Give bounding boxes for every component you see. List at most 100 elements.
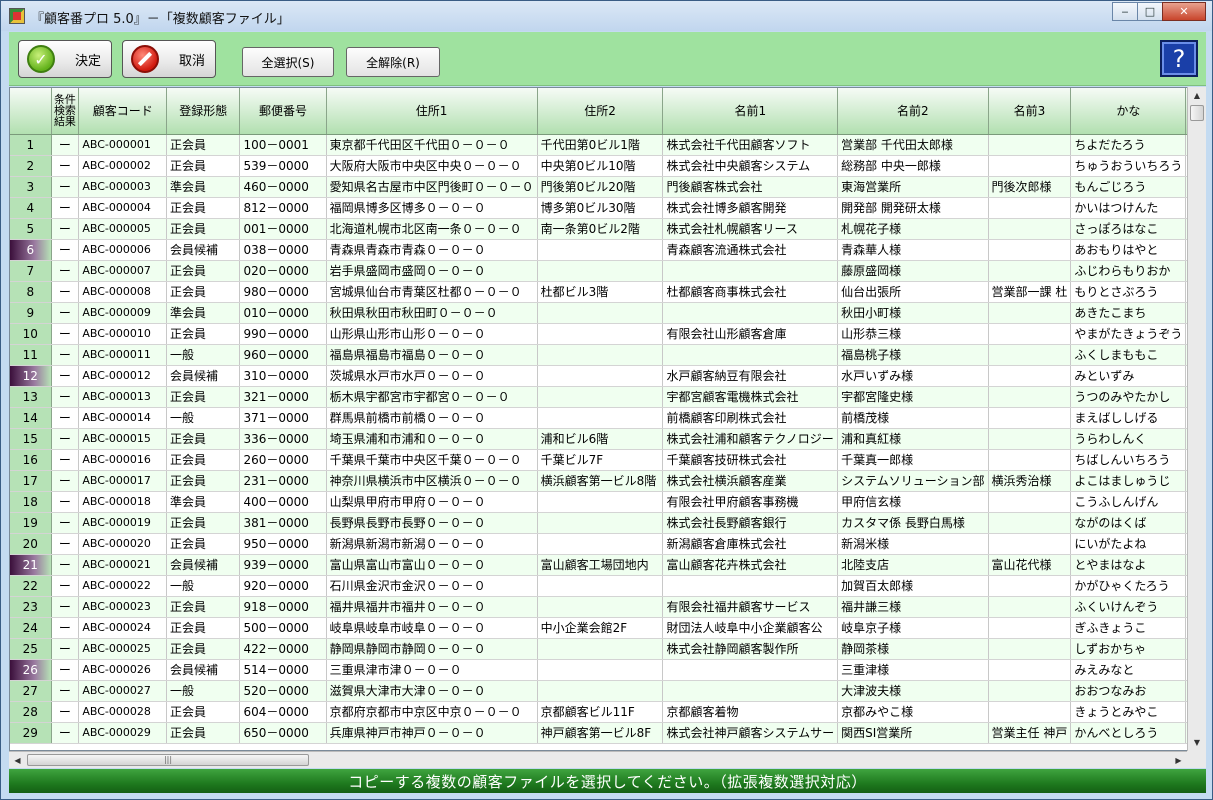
row-number[interactable]: 16 <box>10 449 52 471</box>
customer-grid[interactable]: 条件 検索 結果顧客コード登録形態郵便番号住所1住所2名前1名前2名前3かな電 … <box>9 87 1206 751</box>
table-row[interactable]: 11 ー ABC-000011 一般 960－0000 福島県福島市福島０－０－０ 福島桃子… <box>10 344 1205 366</box>
row-number[interactable]: 13 <box>10 386 52 408</box>
table-row[interactable]: 14 ー ABC-000014 一般 371－0000 群馬県前橋市前橋０－０－０ 前橋顧客… <box>10 407 1205 429</box>
table-row[interactable]: 3 ー ABC-000003 準会員 460－0000 愛知県名古屋市中区門後町０－０－０… <box>10 176 1205 198</box>
column-header[interactable]: 住所2 <box>537 88 664 135</box>
row-number[interactable]: 25 <box>10 638 52 660</box>
column-header[interactable]: 顧客コード <box>78 88 168 135</box>
row-number[interactable]: 18 <box>10 491 52 513</box>
table-row[interactable]: 29 ー ABC-000029 正会員 650－0000 兵庫県神戸市神戸０－０－０ 神戸顧… <box>10 722 1205 744</box>
row-number[interactable]: 28 <box>10 701 52 723</box>
table-row[interactable]: 18 ー ABC-000018 準会員 400－0000 山梨県甲府市甲府０－０－０ 有限会… <box>10 491 1205 513</box>
scroll-down-arrow-icon[interactable]: ▼ <box>1188 734 1206 751</box>
row-number[interactable]: 26 <box>10 659 52 681</box>
scroll-left-arrow-icon[interactable]: ◀ <box>9 752 26 769</box>
column-header[interactable]: 郵便番号 <box>239 88 327 135</box>
column-header[interactable]: 名前3 <box>988 88 1072 135</box>
table-row[interactable]: 27 ー ABC-000027 一般 520－0000 滋賀県大津市大津０－０－０ 大津波夫… <box>10 680 1205 702</box>
row-number[interactable]: 6 <box>10 239 52 261</box>
customer-code-cell: ABC-000004 <box>78 197 168 219</box>
table-row[interactable]: 23 ー ABC-000023 正会員 918－0000 福井県福井市福井０－０－０ 有限会… <box>10 596 1205 618</box>
table-row[interactable]: 4 ー ABC-000004 正会員 812－0000 福岡県博多区博多０－０－０ 博多第0… <box>10 197 1205 219</box>
table-row[interactable]: 12 ー ABC-000012 会員候補 310－0000 茨城県水戸市水戸０－０－０ 水戸… <box>10 365 1205 387</box>
row-number[interactable]: 29 <box>10 722 52 744</box>
address2-cell <box>537 302 664 324</box>
table-row[interactable]: 6 ー ABC-000006 会員候補 038－0000 青森県青森市青森０－０－０ 青森顧… <box>10 239 1205 261</box>
table-row[interactable]: 17 ー ABC-000017 正会員 231－0000 神奈川県横浜市中区横浜０－０－０… <box>10 470 1205 492</box>
row-number[interactable]: 8 <box>10 281 52 303</box>
close-button[interactable]: ✕ <box>1162 2 1206 21</box>
table-row[interactable]: 2 ー ABC-000002 正会員 539－0000 大阪府大阪市中央区中央０－０－０ 中… <box>10 155 1205 177</box>
table-row[interactable]: 24 ー ABC-000024 正会員 500－0000 岐阜県岐阜市岐阜０－０－０ 中小企… <box>10 617 1205 639</box>
scroll-right-arrow-icon[interactable]: ▶ <box>1170 752 1187 769</box>
row-number[interactable]: 24 <box>10 617 52 639</box>
table-row[interactable]: 13 ー ABC-000013 正会員 321－0000 栃木県宇都宮市宇都宮０－０－０ 宇… <box>10 386 1205 408</box>
row-number[interactable]: 23 <box>10 596 52 618</box>
cancel-button[interactable]: 取消 <box>122 40 216 78</box>
horizontal-scrollbar[interactable]: ◀ ||| ▶ <box>9 751 1187 768</box>
row-number[interactable]: 2 <box>10 155 52 177</box>
row-number[interactable]: 11 <box>10 344 52 366</box>
row-number[interactable]: 9 <box>10 302 52 324</box>
row-number[interactable]: 19 <box>10 512 52 534</box>
address2-cell: 神戸顧客第一ビル8F <box>537 722 664 744</box>
row-number[interactable]: 17 <box>10 470 52 492</box>
table-row[interactable]: 20 ー ABC-000020 正会員 950－0000 新潟県新潟市新潟０－０－０ 新潟顧… <box>10 533 1205 555</box>
row-number[interactable]: 22 <box>10 575 52 597</box>
table-row[interactable]: 10 ー ABC-000010 正会員 990－0000 山形県山形市山形０－０－０ 有限会… <box>10 323 1205 345</box>
table-row[interactable]: 16 ー ABC-000016 正会員 260－0000 千葉県千葉市中央区千葉０－０－０… <box>10 449 1205 471</box>
select-all-button[interactable]: 全選択(S) <box>242 47 334 77</box>
column-header[interactable]: かな <box>1070 88 1187 135</box>
name3-cell <box>988 659 1072 681</box>
table-row[interactable]: 26 ー ABC-000026 会員候補 514－0000 三重県津市津０－０－０ 三重津様… <box>10 659 1205 681</box>
vertical-scrollbar[interactable]: ▲ ▼ <box>1187 87 1206 751</box>
row-number[interactable]: 20 <box>10 533 52 555</box>
kana-cell: ふくいけんぞう <box>1070 596 1187 618</box>
maximize-button[interactable]: □ <box>1137 2 1163 21</box>
row-number[interactable]: 7 <box>10 260 52 282</box>
table-row[interactable]: 7 ー ABC-000007 正会員 020－0000 岩手県盛岡市盛岡０－０－０ 藤原盛岡… <box>10 260 1205 282</box>
name3-cell <box>988 134 1072 156</box>
column-header[interactable]: 住所1 <box>326 88 538 135</box>
row-number[interactable]: 21 <box>10 554 52 576</box>
help-button[interactable]: ? <box>1160 40 1198 77</box>
row-number[interactable]: 15 <box>10 428 52 450</box>
table-row[interactable]: 25 ー ABC-000025 正会員 422－0000 静岡県静岡市静岡０－０－０ 株式会… <box>10 638 1205 660</box>
row-number[interactable]: 5 <box>10 218 52 240</box>
table-row[interactable]: 1 ー ABC-000001 正会員 100－0001 東京都千代田区千代田０－０－０ 千代… <box>10 134 1205 156</box>
postal-code-cell: 650－0000 <box>239 722 327 744</box>
row-number[interactable]: 10 <box>10 323 52 345</box>
table-row[interactable]: 8 ー ABC-000008 正会員 980－0000 宮城県仙台市青葉区杜都０－０－０ 杜… <box>10 281 1205 303</box>
cond-result-cell: ー <box>51 155 80 177</box>
ok-button[interactable]: ✓ 決定 <box>18 40 112 78</box>
row-number[interactable]: 12 <box>10 365 52 387</box>
scroll-up-arrow-icon[interactable]: ▲ <box>1188 87 1206 104</box>
row-number[interactable]: 4 <box>10 197 52 219</box>
column-header[interactable]: 名前1 <box>662 88 839 135</box>
table-row[interactable]: 22 ー ABC-000022 一般 920－0000 石川県金沢市金沢０－０－０ 加賀百太… <box>10 575 1205 597</box>
deselect-all-button[interactable]: 全解除(R) <box>346 47 440 77</box>
minimize-button[interactable]: ‒ <box>1112 2 1138 21</box>
column-header[interactable]: 名前2 <box>837 88 989 135</box>
row-number[interactable]: 14 <box>10 407 52 429</box>
table-row[interactable]: 5 ー ABC-000005 正会員 001－0000 北海道札幌市北区南一条０－０－０ 南… <box>10 218 1205 240</box>
cond-result-cell: ー <box>51 281 80 303</box>
table-row[interactable]: 28 ー ABC-000028 正会員 604－0000 京都府京都市中京区中京０－０－０… <box>10 701 1205 723</box>
table-row[interactable]: 19 ー ABC-000019 正会員 381－0000 長野県長野市長野０－０－０ 株式会… <box>10 512 1205 534</box>
horizontal-scroll-thumb[interactable]: ||| <box>27 754 309 766</box>
table-row[interactable]: 15 ー ABC-000015 正会員 336－0000 埼玉県浦和市浦和０－０－０ 浦和ビ… <box>10 428 1205 450</box>
name1-cell: 有限会社甲府顧客事務機 <box>662 491 839 513</box>
vertical-scroll-thumb[interactable] <box>1190 105 1204 121</box>
row-number[interactable]: 3 <box>10 176 52 198</box>
table-row[interactable]: 9 ー ABC-000009 準会員 010－0000 秋田県秋田市秋田町０－０－０ 秋田小… <box>10 302 1205 324</box>
row-number[interactable]: 27 <box>10 680 52 702</box>
column-header[interactable]: 条件 検索 結果 <box>51 88 80 135</box>
table-row[interactable]: 21 ー ABC-000021 会員候補 939－0000 富山県富山市富山０－０－０ 富山… <box>10 554 1205 576</box>
name1-cell: 株式会社博多顧客開発 <box>662 197 839 219</box>
registration-type-cell: 正会員 <box>166 596 241 618</box>
row-number[interactable]: 1 <box>10 134 52 156</box>
kana-cell: こうふしんげん <box>1070 491 1187 513</box>
column-header[interactable]: 登録形態 <box>166 88 241 135</box>
name2-cell: 関西SI営業所 <box>837 722 989 744</box>
address1-cell: 埼玉県浦和市浦和０－０－０ <box>326 428 538 450</box>
